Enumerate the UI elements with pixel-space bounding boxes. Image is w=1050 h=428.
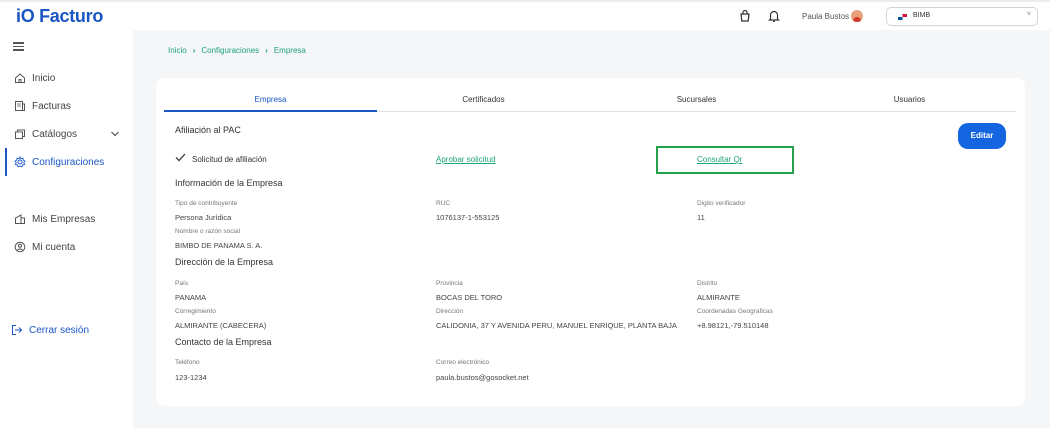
breadcrumb: Inicio › Configuraciones › Empresa: [168, 46, 306, 55]
company-card: Empresa Certificados Sucursales Usuarios…: [156, 78, 1025, 406]
edit-button[interactable]: Editar: [958, 123, 1006, 149]
sidebar-item-label: Mis Empresas: [32, 214, 96, 225]
field-label: Tipo de contribuyente: [175, 200, 238, 207]
field-value: 1076137-1-553125: [436, 213, 500, 222]
breadcrumb-configuraciones[interactable]: Configuraciones: [201, 46, 259, 55]
tab-usuarios[interactable]: Usuarios: [803, 95, 1016, 104]
gear-icon: [14, 156, 26, 168]
field-value: ALMIRANTE (CABECERA): [175, 321, 267, 330]
sidebar: Inicio Facturas Catálogos Configuracione…: [0, 30, 133, 428]
sidebar-item-mis-empresas[interactable]: Mis Empresas: [0, 209, 133, 229]
app-logo[interactable]: iO Facturo: [16, 6, 103, 27]
sidebar-item-label: Facturas: [32, 101, 71, 112]
invoice-icon: [15, 101, 25, 111]
tab-bar: Empresa Certificados Sucursales Usuarios: [164, 90, 1016, 112]
home-icon: [15, 73, 25, 83]
panama-flag-icon: [898, 14, 907, 20]
menu-icon[interactable]: [13, 42, 24, 51]
field-label: País: [175, 280, 189, 287]
field-label: Correo electrónico: [436, 359, 490, 366]
field-value: BIMBO DE PANAMA S. A.: [175, 241, 263, 250]
affiliation-status: Solicitud de afiliación: [192, 155, 267, 164]
field-label: Distrito: [697, 280, 718, 287]
sidebar-item-label: Catálogos: [32, 129, 78, 140]
field-label: Provincia: [436, 280, 463, 287]
shopping-bag-icon[interactable]: [738, 9, 752, 23]
sidebar-item-label: Inicio: [32, 73, 56, 84]
field-value: 11: [697, 213, 705, 222]
field-value: Persona Jurídica: [175, 213, 232, 222]
bell-icon[interactable]: [767, 9, 781, 23]
tab-sucursales[interactable]: Sucursales: [590, 95, 803, 104]
company-select-value: BIMB: [913, 12, 931, 19]
sidebar-item-label: Mi cuenta: [32, 242, 76, 253]
chevron-right-icon: ›: [192, 46, 196, 55]
section-title-direccion: Dirección de la Empresa: [175, 257, 274, 267]
field-value: 123-1234: [175, 373, 207, 382]
user-name[interactable]: Paula Bustos: [802, 12, 849, 21]
field-value: CALIDONIA, 37 Y AVENIDA PERU, MANUEL ENR…: [436, 321, 677, 330]
top-bar: iO Facturo Paula Bustos BIMB ˅: [0, 0, 1050, 30]
chevron-right-icon: ›: [265, 46, 268, 55]
field-value: BOCAS DEL TORO: [436, 293, 503, 302]
sidebar-item-label: Configuraciones: [32, 157, 105, 168]
sidebar-item-configuraciones[interactable]: Configuraciones: [0, 148, 133, 176]
sidebar-item-catalogos[interactable]: Catálogos: [0, 124, 133, 144]
chevron-down-icon: ˅: [1026, 11, 1031, 18]
sidebar-item-facturas[interactable]: Facturas: [0, 96, 133, 116]
avatar[interactable]: [851, 10, 863, 22]
approve-request-link[interactable]: Aprobar solicitud: [436, 155, 496, 164]
field-value: paula.bustos@gosocket.net: [436, 373, 529, 382]
logout-icon: [12, 325, 23, 335]
check-icon: [175, 153, 186, 162]
field-label: Dirección: [436, 308, 464, 315]
field-value: +8.98121,-79.510148: [697, 321, 769, 330]
breadcrumb-inicio[interactable]: Inicio: [168, 46, 187, 55]
section-title-pac: Afiliación al PAC: [175, 125, 241, 135]
building-icon: [15, 214, 25, 224]
chevron-down-icon[interactable]: [110, 129, 120, 139]
field-label: Nombre o razón social: [175, 228, 241, 235]
tab-empresa[interactable]: Empresa: [164, 95, 377, 104]
field-label: Digito verificador: [697, 200, 746, 207]
consult-qr-link[interactable]: Consultar Qr: [697, 155, 742, 164]
sidebar-item-mi-cuenta[interactable]: Mi cuenta: [0, 237, 133, 257]
logout-label: Cerrar sesión: [29, 325, 90, 336]
company-select[interactable]: BIMB ˅: [886, 7, 1038, 26]
field-label: Corregimiento: [175, 308, 216, 315]
section-title-contacto: Contacto de la Empresa: [175, 337, 272, 347]
field-label: Coordenadas Geograficas: [697, 308, 773, 315]
active-tab-indicator: [164, 110, 377, 112]
field-label: Teléfono: [175, 359, 200, 366]
field-value: ALMIRANTE: [697, 293, 740, 302]
main-content: Inicio › Configuraciones › Empresa Empresa C…: [133, 30, 1050, 428]
section-title-empresa: Información de la Empresa: [175, 178, 283, 188]
tab-certificados[interactable]: Certificados: [377, 95, 590, 104]
field-label: RUC: [436, 200, 451, 207]
user-circle-icon: [14, 241, 26, 253]
field-value: PANAMA: [175, 293, 207, 302]
breadcrumb-empresa: Empresa: [273, 46, 306, 55]
catalog-icon: [15, 129, 25, 139]
sidebar-item-inicio[interactable]: Inicio: [0, 68, 133, 88]
